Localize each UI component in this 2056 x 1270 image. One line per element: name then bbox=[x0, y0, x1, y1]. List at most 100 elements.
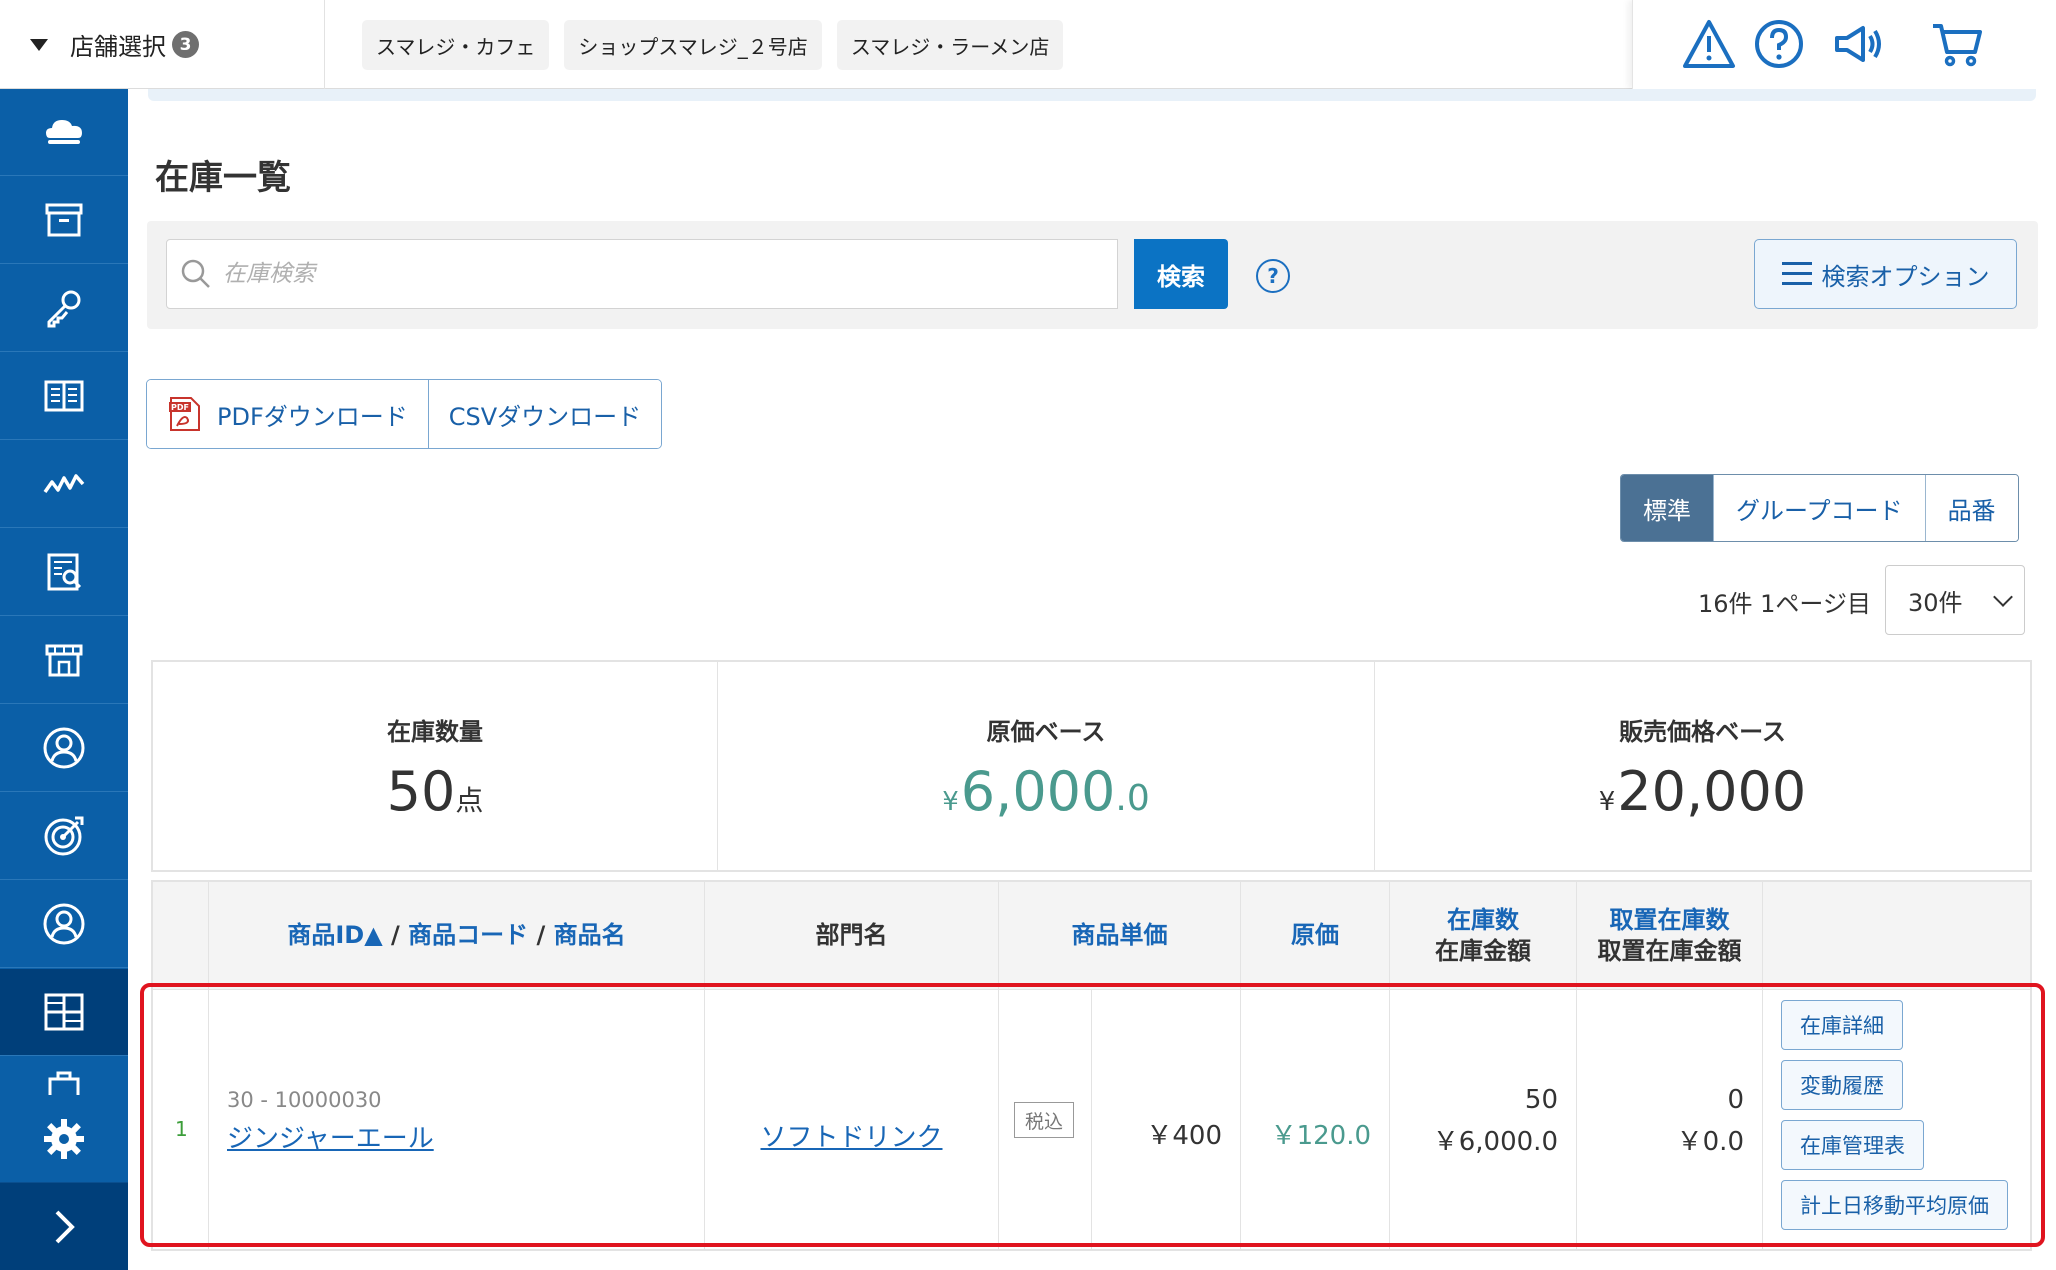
summary-cost-value: ¥6,000.0 bbox=[942, 760, 1150, 823]
product-name-link[interactable]: ジンジャーエール bbox=[227, 1118, 434, 1155]
cost-value: ￥120.0 bbox=[1270, 1121, 1371, 1151]
inventory-summary: 在庫数量 50点 原価ベース ¥6,000.0 販売価格ベース ¥20,000 bbox=[151, 660, 2032, 872]
per-page-value: 30件 bbox=[1908, 588, 1963, 617]
cell-stock: 50 ￥6,000.0 bbox=[1390, 989, 1577, 1249]
store-chip[interactable]: スマレジ・カフェ bbox=[362, 20, 550, 70]
pdf-download-label: PDFダウンロード bbox=[217, 402, 408, 431]
summary-quantity-label: 在庫数量 bbox=[387, 718, 483, 746]
summary-quantity: 在庫数量 50点 bbox=[153, 662, 717, 870]
unit-price-value: ￥400 bbox=[1146, 1121, 1222, 1151]
view-item-number-button[interactable]: 品番 bbox=[1924, 475, 2018, 541]
sort-product-code[interactable]: 商品コード bbox=[408, 921, 528, 949]
row-number: 1 bbox=[175, 1117, 188, 1141]
search-button[interactable]: 検索 bbox=[1134, 239, 1228, 309]
product-id-code: 30 - 10000030 bbox=[227, 1088, 382, 1112]
sidebar-item-store[interactable] bbox=[0, 617, 128, 704]
sort-cost[interactable]: 原価 bbox=[1241, 882, 1390, 989]
expand-sidebar-button[interactable] bbox=[0, 1183, 128, 1270]
search-icon bbox=[181, 259, 210, 288]
header-icon-group bbox=[1632, 0, 2056, 89]
store-select-dropdown[interactable]: 店舗選択 3 bbox=[0, 0, 325, 89]
search-panel: 検索 ? 検索オプション bbox=[147, 221, 2038, 329]
per-page-select[interactable]: 30件 bbox=[1885, 565, 2025, 635]
inventory-icon bbox=[44, 993, 84, 1031]
csv-download-button[interactable]: CSVダウンロード bbox=[427, 380, 662, 448]
view-standard-button[interactable]: 標準 bbox=[1621, 475, 1713, 541]
store-select-label: 店舗選択 bbox=[70, 33, 166, 61]
cell-reserved: 0 ￥0.0 bbox=[1577, 989, 1763, 1249]
cell-department: ソフトドリンク bbox=[705, 989, 999, 1249]
view-group-code-button[interactable]: グループコード bbox=[1713, 475, 1925, 541]
sidebar-item-book[interactable] bbox=[0, 353, 128, 440]
sidebar-item-cloud[interactable] bbox=[0, 89, 128, 176]
warning-icon[interactable] bbox=[1681, 16, 1737, 72]
cell-unit-price: ￥400 bbox=[1092, 989, 1241, 1249]
analytics-icon bbox=[43, 474, 85, 494]
top-header: 店舗選択 3 スマレジ・カフェ ショップスマレジ_２号店 スマレジ・ラーメン店 bbox=[0, 0, 2056, 89]
main-content: 在庫一覧 検索 ? 検索オプション PDF PDFダウンロード CSVダウンロー… bbox=[128, 89, 2056, 1266]
pdf-file-icon: PDF bbox=[169, 397, 200, 431]
store-chip[interactable]: ショップスマレジ_２号店 bbox=[564, 20, 822, 70]
cart-icon[interactable] bbox=[1929, 16, 1985, 72]
moving-average-cost-button[interactable]: 計上日移動平均原価 bbox=[1781, 1180, 2008, 1230]
sidebar-item-target[interactable] bbox=[0, 793, 128, 880]
caret-down-icon bbox=[30, 38, 48, 51]
sidebar-item-analytics[interactable] bbox=[0, 441, 128, 528]
department-link[interactable]: ソフトドリンク bbox=[705, 1117, 998, 1154]
customer-icon bbox=[43, 727, 85, 769]
cell-product: 30 - 10000030 ジンジャーエール bbox=[209, 989, 705, 1249]
page-title: 在庫一覧 bbox=[155, 158, 291, 198]
sort-reserved-qty[interactable]: 取置在庫数 bbox=[1610, 905, 1730, 936]
download-buttons: PDF PDFダウンロード CSVダウンロード bbox=[146, 379, 663, 449]
sidebar-item-inventory[interactable] bbox=[0, 969, 128, 1056]
search-box bbox=[166, 239, 1118, 309]
sidebar-item-customer[interactable] bbox=[0, 705, 128, 792]
change-history-button[interactable]: 変動履歴 bbox=[1781, 1060, 1903, 1110]
store-count-badge: 3 bbox=[172, 31, 199, 58]
summary-sales-value: ¥20,000 bbox=[1598, 760, 1807, 823]
sidebar-item-report[interactable] bbox=[0, 529, 128, 616]
store-chip[interactable]: スマレジ・ラーメン店 bbox=[836, 20, 1064, 70]
search-options-button[interactable]: 検索オプション bbox=[1754, 239, 2017, 309]
search-input[interactable] bbox=[223, 261, 1023, 287]
sidebar-item-user[interactable] bbox=[0, 881, 128, 968]
cell-actions: 在庫詳細 変動履歴 在庫管理表 計上日移動平均原価 bbox=[1763, 989, 2030, 1249]
settings-button[interactable] bbox=[0, 1095, 128, 1182]
header-department: 部門名 bbox=[705, 882, 999, 989]
header-product: 商品ID▲ / 商品コード / 商品名 bbox=[209, 882, 705, 989]
header-stock-amount: 在庫金額 bbox=[1435, 936, 1531, 965]
report-icon bbox=[47, 553, 82, 591]
search-help-icon[interactable]: ? bbox=[1256, 259, 1290, 293]
target-icon bbox=[44, 816, 84, 856]
svg-text:PDF: PDF bbox=[171, 403, 189, 412]
tax-included-badge: 税込 bbox=[1014, 1102, 1074, 1138]
summary-sales-label: 販売価格ベース bbox=[1619, 718, 1786, 746]
pdf-download-button[interactable]: PDF PDFダウンロード bbox=[147, 380, 428, 448]
help-icon[interactable] bbox=[1751, 16, 1807, 72]
inventory-table: 商品ID▲ / 商品コード / 商品名 部門名 商品単価 原価 在庫数 在庫金額… bbox=[151, 880, 2032, 1251]
key-icon bbox=[47, 290, 81, 328]
sort-unit-price[interactable]: 商品単価 bbox=[999, 882, 1241, 989]
announcement-icon[interactable] bbox=[1829, 16, 1885, 72]
stock-detail-button[interactable]: 在庫詳細 bbox=[1781, 1000, 1903, 1050]
selected-stores: スマレジ・カフェ ショップスマレジ_２号店 スマレジ・ラーメン店 bbox=[362, 20, 1078, 70]
store-icon bbox=[45, 644, 83, 677]
stock-management-sheet-button[interactable]: 在庫管理表 bbox=[1781, 1120, 1924, 1170]
pagination-info: 16件 1ページ目 bbox=[1698, 590, 1871, 618]
sort-product-name[interactable]: 商品名 bbox=[554, 921, 626, 949]
sidebar-item-key[interactable] bbox=[0, 265, 128, 352]
sidebar-footer bbox=[0, 1095, 128, 1270]
view-toggle: 標準 グループコード 品番 bbox=[1620, 474, 2019, 542]
header-row-number bbox=[153, 882, 209, 989]
sort-product-id[interactable]: 商品ID▲ bbox=[287, 921, 382, 949]
sidebar-item-archive[interactable] bbox=[0, 177, 128, 264]
book-icon bbox=[44, 380, 84, 412]
cell-tax: 税込 bbox=[999, 989, 1092, 1249]
summary-sales-base: 販売価格ベース ¥20,000 bbox=[1374, 662, 2030, 870]
header-separator: / bbox=[391, 921, 400, 949]
settings-icon bbox=[44, 1118, 84, 1159]
menu-icon bbox=[1781, 262, 1812, 286]
user-icon bbox=[43, 903, 85, 945]
sort-stock-qty[interactable]: 在庫数 bbox=[1447, 905, 1519, 936]
header-actions bbox=[1763, 882, 2030, 989]
